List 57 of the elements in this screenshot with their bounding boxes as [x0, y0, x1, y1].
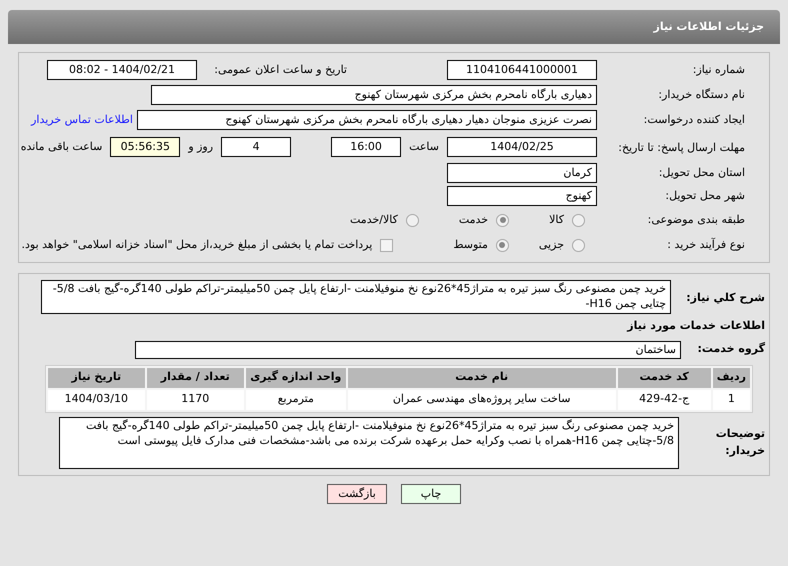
text-field[interactable]: کرمان	[447, 163, 597, 183]
field-label: ایجاد کننده درخواست:	[642, 112, 745, 128]
table-cell: 1	[712, 390, 750, 410]
text-field[interactable]: 16:00	[331, 137, 402, 157]
column-header: کد خدمت	[618, 368, 711, 388]
field-label: طبقه بندی موضوعی:	[646, 212, 745, 228]
table-cell: ج-42-429	[618, 390, 711, 410]
field-label: تاریخ و ساعت اعلان عمومی:	[213, 62, 347, 78]
field-label: شرح کلي نياز:	[685, 290, 765, 306]
days-label: روز و	[188, 138, 214, 155]
field-label: توضیحات خریدار:	[714, 426, 765, 459]
field-label: نام دستگاه خریدار:	[657, 86, 745, 103]
print-button[interactable]: چاپ	[401, 484, 461, 504]
checkbox-label: پرداخت تمام یا بخشی از مبلغ خرید،از محل "اسناد خزانه اسلامی" خواهد بود.	[22, 236, 372, 253]
text-field[interactable]: 05:56:35	[110, 137, 180, 157]
text-field[interactable]: ساختمان	[135, 340, 681, 358]
radio-label: کالا/خدمت	[350, 212, 398, 228]
radio-label: جزیی	[538, 236, 564, 253]
text-field[interactable]: دهیاری بارگاه نامحرم بخش مرکزی شهرستان کهنوج	[151, 85, 597, 105]
remaining-label: ساعت باقی مانده	[20, 138, 102, 155]
field-label: شماره نیاز:	[692, 62, 745, 78]
back-button[interactable]: بازگشت	[327, 484, 387, 504]
table-cell: 1170	[146, 390, 244, 410]
radio-button[interactable]	[496, 238, 509, 252]
column-header: نام خدمت	[348, 368, 616, 388]
table-cell: 1404/03/10	[48, 390, 145, 410]
text-field[interactable]: 1404/02/21 - 08:02	[47, 60, 197, 80]
field-label: مهلت ارسال پاسخ: تا تاریخ:	[617, 140, 745, 154]
text-field[interactable]: 4	[221, 137, 292, 157]
contact-link[interactable]: اطلاعات تماس خریدار	[31, 112, 133, 128]
column-header: واحد اندازه گیری	[246, 368, 346, 388]
checkbox[interactable]	[380, 238, 394, 252]
radio-button[interactable]	[572, 214, 585, 226]
field-label: نوع فرآیند خرید :	[666, 236, 745, 253]
radio-button[interactable]	[572, 238, 585, 252]
table-cell: مترمربع	[246, 390, 346, 410]
text-field[interactable]: کهنوج	[447, 186, 597, 206]
text-field[interactable]: نصرت عزیزی منوجان دهیار دهیاری بارگاه نامحرم بخش مرکزی شهرستان کهنوج	[137, 110, 597, 130]
summary-text-area[interactable]: خرید چمن مصنوعی رنگ سبز تیره به متراژ45*26نوع نخ منوفیلامنت -ارتفاع پایل چمن 50میلیمتر-تراکم طولی 140گره-گیج بافت 5/8-چتایی چمن H16-	[41, 280, 671, 314]
field-label: گروه خدمت:	[696, 341, 765, 358]
column-header: تعداد / مقدار	[146, 368, 244, 388]
radio-label: کالا	[549, 212, 564, 228]
column-header: تاریخ نیاز	[48, 368, 145, 388]
time-label: ساعت	[409, 138, 439, 155]
radio-button[interactable]	[406, 214, 419, 226]
field-label: شهر محل تحویل:	[664, 188, 745, 204]
field-label: استان محل تحویل:	[658, 164, 745, 181]
page-title: جزئیات اطلاعات نیاز	[654, 18, 764, 35]
text-field[interactable]: 1104106441000001	[447, 60, 597, 80]
table-cell: ساخت سایر پروژه‌های مهندسی عمران	[348, 390, 616, 410]
radio-label: متوسط	[453, 236, 488, 253]
notes-text-area[interactable]: خرید چمن مصنوعی رنگ سبز تیره به متراژ45*26نوع نخ منوفیلامنت -ارتفاع پایل چمن 50میلیمتر-تراکم طولی 140گره-گیج بافت 5/8-چتایی چمن H16-همراه با نصب وکرایه حمل برعهده شرکت برنده می باشد-مشخصات فنی مدارک فایل پیوستی است	[59, 416, 679, 468]
text-field[interactable]: 1404/02/25	[447, 137, 597, 157]
section-title: اطلاعات خدمات مورد نياز	[626, 318, 765, 334]
radio-label: خدمت	[458, 212, 488, 228]
column-header: ردیف	[712, 368, 750, 388]
radio-button[interactable]	[496, 214, 510, 226]
